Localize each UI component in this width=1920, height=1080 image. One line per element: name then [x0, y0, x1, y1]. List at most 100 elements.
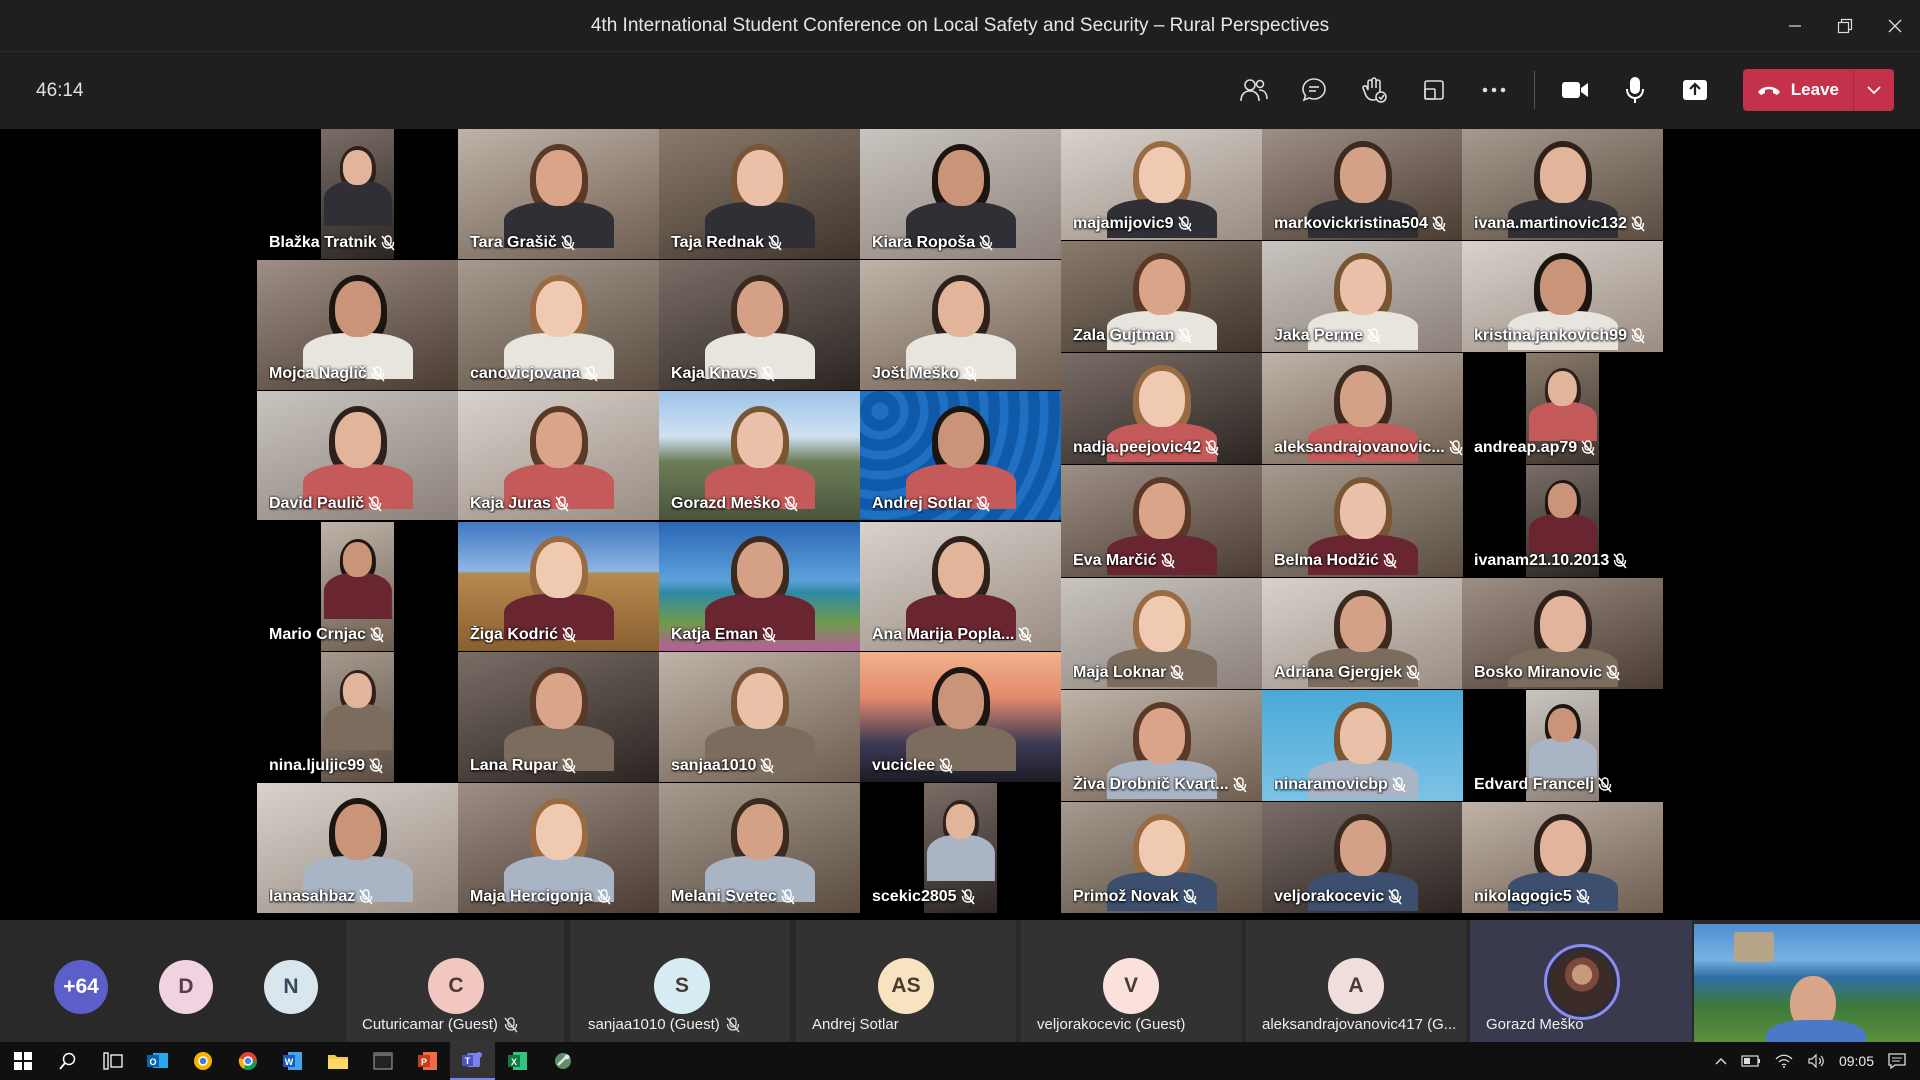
participant-video-tile[interactable]: Jaka Perme	[1262, 241, 1463, 353]
chrome-canary-taskbar-button[interactable]	[180, 1042, 225, 1080]
close-button[interactable]	[1870, 0, 1920, 51]
participant-video-tile[interactable]: nina.ljuljic99	[257, 652, 458, 783]
participant-video-tile[interactable]: andreap.ap79	[1462, 353, 1663, 465]
participant-card[interactable]: A aleksandrajovanovic417 (G...	[1246, 920, 1466, 1042]
participant-video-tile[interactable]: vuciclee	[860, 652, 1061, 783]
wifi-icon[interactable]	[1775, 1053, 1793, 1069]
participant-video-tile[interactable]: Žiga Kodrić	[458, 521, 659, 652]
taskbar-clock[interactable]: 09:05	[1839, 1053, 1874, 1069]
self-video-preview[interactable]	[1694, 924, 1920, 1042]
more-participants-button[interactable]: +64	[54, 960, 108, 1014]
file-explorer-taskbar-button[interactable]	[315, 1042, 360, 1080]
participant-video-tile[interactable]: Belma Hodžić	[1262, 465, 1463, 577]
participant-name-label: Kaja Knavs	[671, 365, 775, 383]
participant-card[interactable]: C Cuturicamar (Guest)	[346, 920, 564, 1042]
restore-button[interactable]	[1820, 0, 1870, 51]
participant-video-tile[interactable]: Blažka Tratnik	[257, 129, 458, 259]
more-icon	[1482, 87, 1506, 93]
reactions-button[interactable]	[1344, 69, 1404, 111]
mic-off-icon	[1177, 216, 1192, 232]
face-shape	[1539, 595, 1586, 652]
participant-video-tile[interactable]: Bosko Miranovic	[1462, 577, 1663, 689]
participant-video-tile[interactable]: Živa Drobnič Kvart...	[1061, 689, 1262, 801]
participant-video-tile[interactable]: aleksandrajovanovic...	[1262, 353, 1463, 465]
settings-tool-taskbar-button[interactable]	[540, 1042, 585, 1080]
excel-taskbar-button[interactable]: X	[495, 1042, 540, 1080]
participant-video-tile[interactable]: kristina.jankovich99	[1462, 241, 1663, 353]
rooms-button[interactable]	[1404, 69, 1464, 111]
participant-card-speaking[interactable]: Gorazd Meško	[1470, 920, 1692, 1042]
participant-video-tile[interactable]: Maja Loknar	[1061, 577, 1262, 689]
leave-button[interactable]: Leave	[1742, 69, 1894, 111]
participant-video-tile[interactable]: scekic2805	[860, 783, 1061, 913]
task-view-icon	[102, 1052, 123, 1070]
powerpoint-taskbar-button[interactable]: P	[405, 1042, 450, 1080]
leave-main-button[interactable]: Leave	[1743, 69, 1853, 111]
preview-background-building	[1734, 932, 1774, 962]
participant-video-tile[interactable]: Jošt Meško	[860, 259, 1061, 390]
notifications-icon[interactable]	[1888, 1053, 1906, 1069]
participant-video-tile[interactable]: Tara Grašič	[458, 129, 659, 259]
participant-video-tile[interactable]: Mojca Naglič	[257, 259, 458, 390]
word-taskbar-button[interactable]: W	[270, 1042, 315, 1080]
participant-video-tile[interactable]: Andrej Sotlar	[860, 390, 1061, 521]
chrome-taskbar-button[interactable]	[225, 1042, 270, 1080]
participant-video-tile[interactable]: ivana.martinovic132	[1462, 129, 1663, 241]
participant-video-tile[interactable]: Kiara Ropoša	[860, 129, 1061, 259]
battery-icon[interactable]	[1741, 1054, 1761, 1068]
avatar[interactable]: N	[264, 960, 318, 1014]
powerpoint-icon: P	[417, 1052, 437, 1070]
participant-video-tile[interactable]: Adriana Gjergjek	[1262, 577, 1463, 689]
chevron-up-icon[interactable]	[1715, 1057, 1727, 1065]
participant-card[interactable]: V veljorakocevic (Guest)	[1021, 920, 1241, 1042]
participant-video-tile[interactable]: Kaja Juras	[458, 390, 659, 521]
participant-video-tile[interactable]: markovickristina504	[1262, 129, 1463, 241]
avatar[interactable]: D	[159, 960, 213, 1014]
participant-card[interactable]: AS Andrej Sotlar	[796, 920, 1016, 1042]
participant-video-tile[interactable]: majamijovic9	[1061, 129, 1262, 241]
participant-video-tile[interactable]: nikolagogic5	[1462, 801, 1663, 913]
participant-video-tile[interactable]: nadja.peejovic42	[1061, 353, 1262, 465]
participant-video-tile[interactable]: Maja Hercigonja	[458, 783, 659, 913]
participant-video-tile[interactable]: sanjaa1010	[659, 652, 860, 783]
chat-button[interactable]	[1284, 69, 1344, 111]
participant-video-tile[interactable]: ninaramovicbp	[1262, 689, 1463, 801]
participant-name-text: Jošt Meško	[872, 364, 960, 382]
participant-video-tile[interactable]: canovicjovana	[458, 259, 659, 390]
participant-video-tile[interactable]: Kaja Knavs	[659, 259, 860, 390]
participant-video-tile[interactable]: Melani Svetec	[659, 783, 860, 913]
participant-video-tile[interactable]: Primož Novak	[1061, 801, 1262, 913]
participant-video-tile[interactable]: Mario Crnjac	[257, 521, 458, 652]
participants-button[interactable]	[1224, 69, 1284, 111]
windows-start-taskbar-button[interactable]	[0, 1042, 45, 1080]
participant-video-tile[interactable]: lanasahbaz	[257, 783, 458, 913]
share-screen-button[interactable]	[1665, 69, 1725, 111]
mic-off-icon	[1406, 665, 1420, 681]
participant-card[interactable]: S sanjaa1010 (Guest)	[570, 920, 790, 1042]
participant-video-tile[interactable]: Ana Marija Popla...	[860, 521, 1061, 652]
participant-video-tile[interactable]: David Paulič	[257, 390, 458, 521]
teams-taskbar-button[interactable]: T	[450, 1042, 495, 1080]
participant-video-tile[interactable]: Lana Rupar	[458, 652, 659, 783]
chevron-down-icon	[1867, 85, 1881, 94]
terminal-taskbar-button[interactable]	[360, 1042, 405, 1080]
task-view-taskbar-button[interactable]	[90, 1042, 135, 1080]
volume-icon[interactable]	[1807, 1053, 1825, 1069]
participant-video-tile[interactable]: ivanam21.10.2013	[1462, 465, 1663, 577]
minimize-button[interactable]	[1770, 0, 1820, 51]
microphone-button[interactable]	[1605, 69, 1665, 111]
participant-video-tile[interactable]: Katja Eman	[659, 521, 860, 652]
search-taskbar-button[interactable]	[45, 1042, 90, 1080]
participant-video-tile[interactable]: veljorakocevic	[1262, 801, 1463, 913]
leave-options-button[interactable]	[1854, 69, 1894, 111]
more-options-button[interactable]	[1464, 69, 1524, 111]
camera-button[interactable]	[1545, 69, 1605, 111]
participant-video-tile[interactable]: Taja Rednak	[659, 129, 860, 259]
participant-video-tile[interactable]: Edvard Francelj	[1462, 689, 1663, 801]
participant-video-tile[interactable]: Gorazd Meško	[659, 390, 860, 521]
share-icon	[1682, 80, 1707, 100]
participant-video-tile[interactable]: Eva Marčić	[1061, 465, 1262, 577]
participant-video-tile[interactable]: Zala Gujtman	[1061, 241, 1262, 353]
outlook-taskbar-button[interactable]: O	[135, 1042, 180, 1080]
mic-off-icon	[1449, 440, 1463, 456]
